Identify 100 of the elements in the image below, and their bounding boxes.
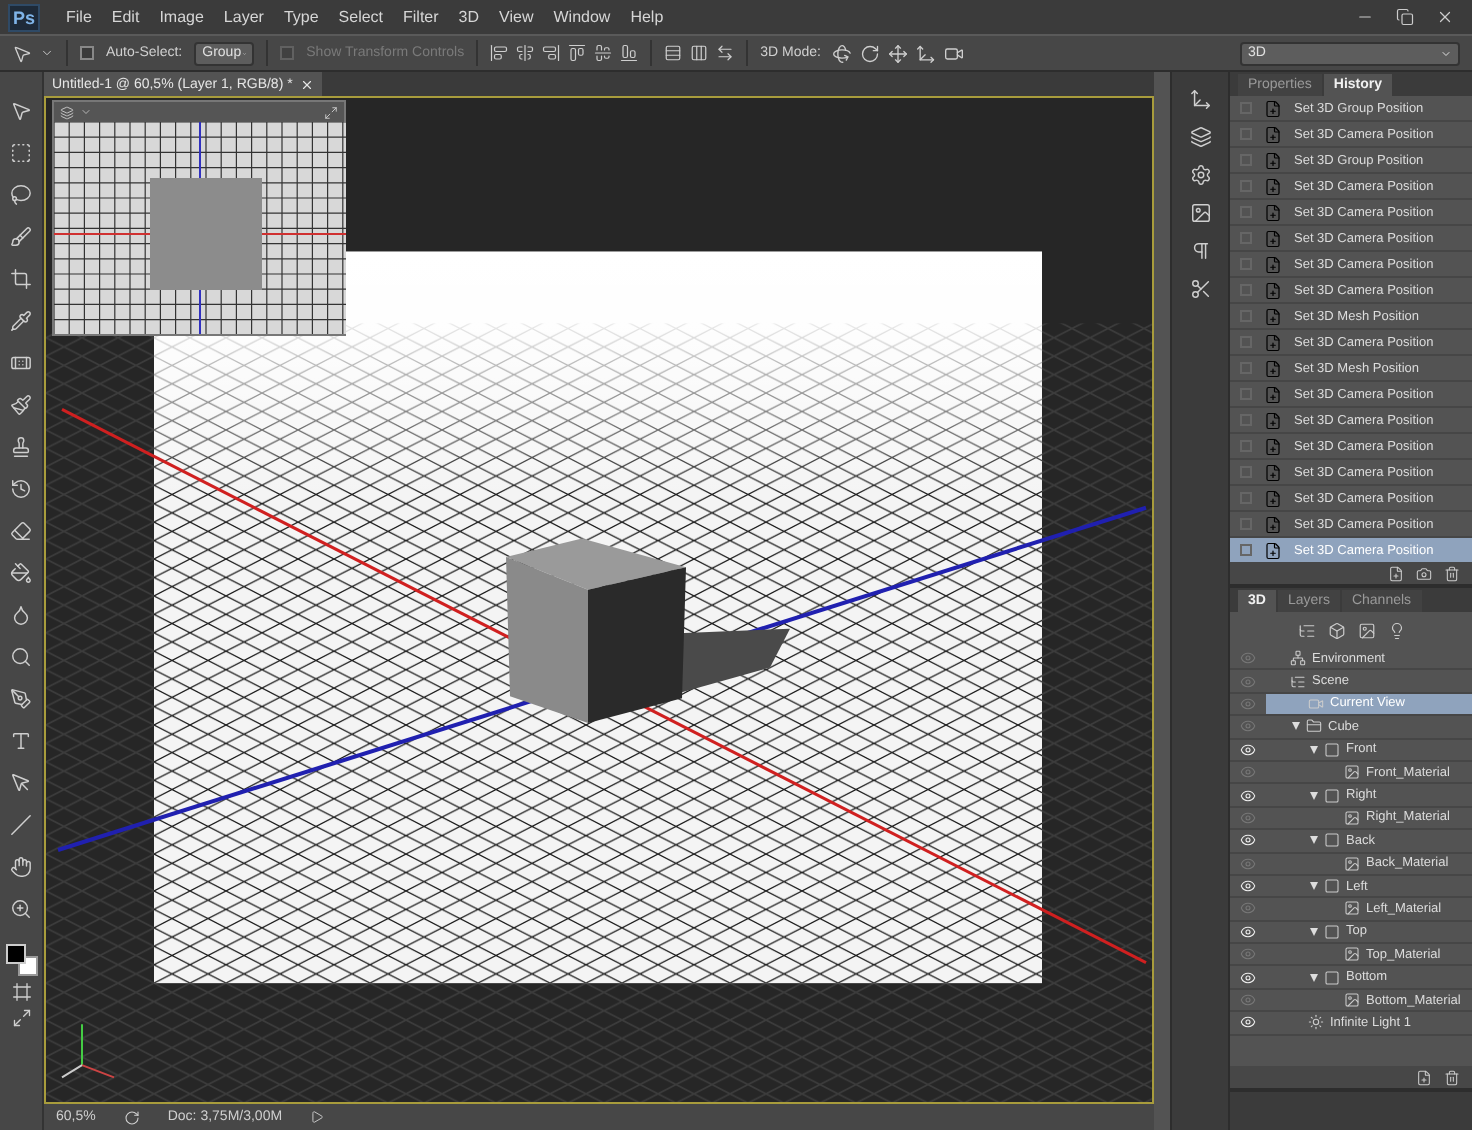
new-light-icon[interactable] xyxy=(1416,1069,1432,1085)
material-icon[interactable] xyxy=(1357,621,1375,639)
source-checkbox[interactable] xyxy=(1240,544,1252,556)
step-icon xyxy=(1264,515,1282,533)
scene-icon[interactable] xyxy=(1297,621,1315,639)
expand-arrow-icon[interactable] xyxy=(1310,927,1318,936)
expand-arrow-icon[interactable] xyxy=(1310,745,1318,754)
menu-item[interactable]: File xyxy=(56,8,102,26)
step-icon xyxy=(1264,281,1282,299)
expand-arrow-icon[interactable] xyxy=(1310,836,1318,845)
menu-item[interactable]: 3D xyxy=(448,8,490,26)
mesh-icon[interactable] xyxy=(1327,621,1345,639)
menu-item[interactable]: Type xyxy=(273,8,329,26)
blur-tool-icon[interactable] xyxy=(10,604,32,626)
paint-bucket-icon[interactable] xyxy=(10,562,32,584)
crop-tool-icon[interactable] xyxy=(10,268,32,290)
step-icon xyxy=(1264,437,1282,455)
3d-icon[interactable] xyxy=(1189,88,1211,110)
line-tool-icon[interactable] xyxy=(10,814,32,836)
hand-tool-icon[interactable] xyxy=(10,856,32,878)
step-icon xyxy=(1264,385,1282,403)
menu-item[interactable]: Window xyxy=(543,8,621,26)
image-icon[interactable] xyxy=(1189,202,1211,224)
pen-tool-icon[interactable] xyxy=(10,688,32,710)
type-tool-icon[interactable] xyxy=(10,730,32,752)
move-tool-icon[interactable] xyxy=(12,43,32,63)
menu-item[interactable]: Layer xyxy=(213,8,274,26)
step-icon xyxy=(1264,411,1282,429)
close-icon[interactable] xyxy=(1435,8,1453,26)
menu-item[interactable]: Filter xyxy=(393,8,449,26)
step-icon xyxy=(1264,359,1282,377)
mesh-icon xyxy=(1324,832,1340,849)
expand-arrow-icon[interactable] xyxy=(1292,722,1300,731)
expand-arrow-icon[interactable] xyxy=(1310,973,1318,982)
material-icon xyxy=(1344,764,1360,781)
mesh-icon xyxy=(1324,878,1340,895)
screen-mode-icon[interactable] xyxy=(11,1008,31,1028)
menu-item[interactable]: Help xyxy=(620,8,674,26)
menu-item[interactable]: View xyxy=(489,8,544,26)
menu-item[interactable]: Edit xyxy=(101,8,150,26)
menu-item[interactable]: Image xyxy=(149,8,214,26)
scene-icon xyxy=(1290,673,1306,690)
distribute-icon[interactable] xyxy=(716,44,735,62)
layers-icon[interactable] xyxy=(1189,126,1211,148)
distribute-rows-icon[interactable] xyxy=(664,44,683,62)
expand-arrow-icon[interactable] xyxy=(1310,791,1318,800)
step-icon xyxy=(1264,255,1282,273)
caret-icon xyxy=(80,106,92,118)
material-icon xyxy=(1344,809,1360,826)
align-top-icon[interactable] xyxy=(490,44,509,62)
caret-icon[interactable] xyxy=(1440,47,1452,59)
marquee-tool-icon[interactable] xyxy=(10,142,32,164)
close-icon[interactable] xyxy=(300,77,315,91)
camera-icon[interactable] xyxy=(944,43,965,63)
trash-icon[interactable] xyxy=(1444,1069,1460,1085)
mesh-icon xyxy=(1324,969,1340,986)
trash-icon[interactable] xyxy=(1444,565,1460,581)
new-document-icon[interactable] xyxy=(1388,565,1404,581)
brush-tool-icon[interactable] xyxy=(10,394,32,416)
restore-icon[interactable] xyxy=(1395,8,1413,26)
step-icon xyxy=(1264,177,1282,195)
mesh-icon xyxy=(1324,787,1340,804)
expand-arrow-icon[interactable] xyxy=(1310,882,1318,891)
roll-icon[interactable] xyxy=(860,43,881,63)
color-swatches[interactable] xyxy=(5,944,37,976)
step-icon xyxy=(1264,203,1282,221)
lasso-tool-icon[interactable] xyxy=(10,184,32,206)
caret-icon[interactable] xyxy=(40,46,54,60)
align-bottom-icon[interactable] xyxy=(542,44,561,62)
move-tool-icon[interactable] xyxy=(10,100,32,122)
folder-icon xyxy=(1306,718,1322,735)
align-center-icon[interactable] xyxy=(594,44,613,62)
orbit-icon[interactable] xyxy=(832,43,853,63)
history-brush-icon[interactable] xyxy=(10,478,32,500)
snapshot-icon[interactable] xyxy=(1416,565,1432,581)
step-icon xyxy=(1264,229,1282,247)
light-icon xyxy=(1308,1014,1324,1031)
menu-arrow-icon[interactable] xyxy=(310,1110,325,1124)
align-left-icon[interactable] xyxy=(568,44,587,62)
align-right-icon[interactable] xyxy=(620,44,639,62)
resize-icon xyxy=(324,105,338,119)
zoom-tool-icon[interactable] xyxy=(10,898,32,920)
eraser-tool-icon[interactable] xyxy=(10,520,32,542)
align-middle-icon[interactable] xyxy=(516,44,535,62)
material-icon xyxy=(1344,992,1360,1009)
menu-item[interactable]: Select xyxy=(328,8,394,26)
step-icon xyxy=(1264,463,1282,481)
paragraph-icon[interactable] xyxy=(1189,240,1211,262)
eyedropper-icon[interactable] xyxy=(10,310,32,332)
pan-icon[interactable] xyxy=(888,43,909,63)
healing-brush-icon[interactable] xyxy=(10,352,32,374)
path-selection-icon[interactable] xyxy=(10,772,32,794)
scissors-icon[interactable] xyxy=(1189,278,1211,300)
stamp-tool-icon[interactable] xyxy=(10,436,32,458)
distribute-columns-icon[interactable] xyxy=(690,44,709,62)
material-icon xyxy=(1344,900,1360,917)
light-icon[interactable] xyxy=(1387,621,1405,639)
material-icon xyxy=(1344,946,1360,963)
step-icon xyxy=(1264,333,1282,351)
auto-select-checkbox[interactable] xyxy=(80,46,94,60)
